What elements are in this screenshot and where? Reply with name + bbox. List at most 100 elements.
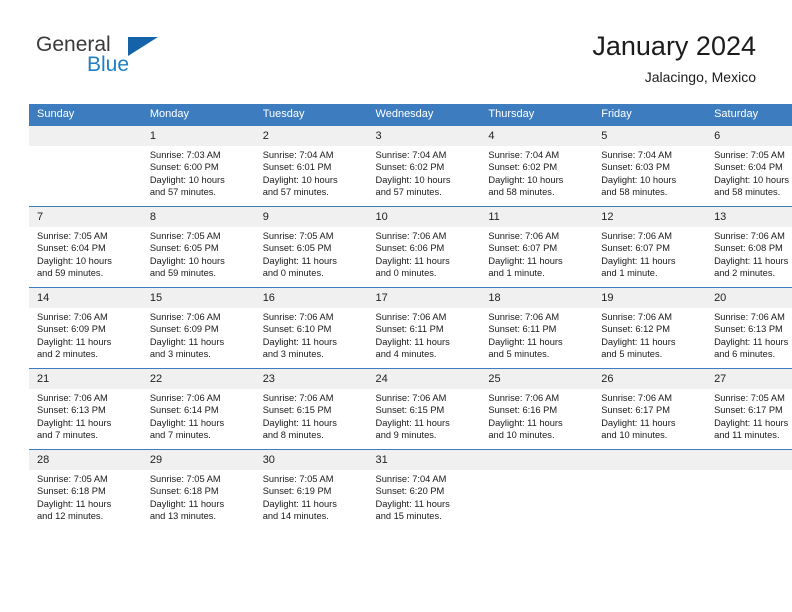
day-sunset-text: Sunset: 6:11 PM xyxy=(488,324,557,335)
day-sunrise-text: Sunrise: 7:06 AM xyxy=(149,312,221,322)
calendar-day-cell[interactable]: 27 Sunrise: 7:05 AM Sunset: 6:17 PM Dayligh… xyxy=(706,368,792,450)
day-daylight2-text: and 6 minutes. xyxy=(714,349,776,360)
day-sunrise-text: Sunrise: 7:06 AM xyxy=(375,393,447,403)
day-number xyxy=(706,450,792,470)
day-daylight2-text: and 1 minute. xyxy=(488,268,545,279)
day-sunset-text: Sunset: 6:04 PM xyxy=(714,162,783,173)
calendar-day-cell[interactable]: 14 Sunrise: 7:06 AM Sunset: 6:09 PM Dayligh… xyxy=(29,287,142,369)
calendar-day-cell[interactable]: 16 Sunrise: 7:06 AM Sunset: 6:10 PM Dayligh… xyxy=(254,287,368,369)
calendar-day-cell[interactable]: 12 Sunrise: 7:06 AM Sunset: 6:07 PM Dayligh… xyxy=(593,206,707,288)
day-number: 13 xyxy=(706,207,792,227)
day-daylight1-text: Daylight: 10 hours xyxy=(262,174,338,185)
day-sun-info: Sunrise: 7:06 AM Sunset: 6:08 PM Daylight:… xyxy=(706,227,792,280)
calendar-week-row: 14 Sunrise: 7:06 AM Sunset: 6:09 PM Dayligh… xyxy=(29,287,792,369)
day-daylight1-text: Daylight: 11 hours xyxy=(375,255,450,266)
day-sunset-text: Sunset: 6:18 PM xyxy=(37,486,106,497)
calendar-table: Sunday Monday Tuesday Wednesday Thursday Frid… xyxy=(29,104,792,530)
day-daylight1-text: Daylight: 11 hours xyxy=(714,417,789,428)
day-daylight1-text: Daylight: 11 hours xyxy=(37,417,112,428)
day-sunrise-text: Sunrise: 7:06 AM xyxy=(488,393,560,403)
day-daylight2-text: and 57 minutes. xyxy=(262,187,329,198)
day-sunset-text: Sunset: 6:19 PM xyxy=(262,486,332,497)
day-sun-info: Sunrise: 7:05 AM Sunset: 6:18 PM Daylight:… xyxy=(29,470,142,523)
calendar-day-cell[interactable]: 21 Sunrise: 7:06 AM Sunset: 6:13 PM Dayligh… xyxy=(29,368,142,450)
day-sunrise-text: Sunrise: 7:05 AM xyxy=(37,231,108,241)
page-title: January 2024 xyxy=(592,31,756,61)
calendar-day-cell[interactable]: 9 Sunrise: 7:05 AM Sunset: 6:05 PM Daylight… xyxy=(254,206,368,288)
day-daylight1-text: Daylight: 10 hours xyxy=(488,174,564,185)
weekday-header-monday: Monday xyxy=(141,104,255,126)
day-sunrise-text: Sunrise: 7:06 AM xyxy=(37,312,108,322)
calendar-day-cell[interactable]: 11 Sunrise: 7:06 AM Sunset: 6:07 PM Dayligh… xyxy=(480,206,594,288)
day-daylight1-text: Daylight: 11 hours xyxy=(262,417,337,428)
calendar-day-cell[interactable]: 8 Sunrise: 7:05 AM Sunset: 6:05 PM Daylight… xyxy=(141,206,255,288)
calendar-day-cell[interactable]: 31 Sunrise: 7:04 AM Sunset: 6:20 PM Dayligh… xyxy=(367,449,481,530)
day-sun-info: Sunrise: 7:06 AM Sunset: 6:15 PM Daylight:… xyxy=(255,389,368,442)
calendar-day-cell[interactable]: 30 Sunrise: 7:05 AM Sunset: 6:19 PM Dayligh… xyxy=(254,449,368,530)
day-daylight1-text: Daylight: 11 hours xyxy=(488,417,563,428)
weekday-header-saturday: Saturday xyxy=(706,104,792,126)
calendar-day-cell[interactable]: 23 Sunrise: 7:06 AM Sunset: 6:15 PM Dayligh… xyxy=(254,368,368,450)
page-header: General Blue January 2024 Jalacingo, Mex… xyxy=(0,0,792,100)
day-daylight2-text: and 3 minutes. xyxy=(149,349,211,360)
day-daylight1-text: Daylight: 11 hours xyxy=(262,255,337,266)
calendar-day-cell[interactable]: 22 Sunrise: 7:06 AM Sunset: 6:14 PM Dayligh… xyxy=(141,368,255,450)
calendar-day-cell[interactable]: 15 Sunrise: 7:06 AM Sunset: 6:09 PM Dayligh… xyxy=(141,287,255,369)
day-daylight2-text: and 1 minute. xyxy=(601,268,658,279)
day-daylight2-text: and 12 minutes. xyxy=(37,511,104,522)
day-sunset-text: Sunset: 6:02 PM xyxy=(488,162,558,173)
day-sunrise-text: Sunrise: 7:04 AM xyxy=(488,150,560,160)
day-number: 4 xyxy=(480,126,594,146)
title-block: January 2024 Jalacingo, Mexico xyxy=(592,30,756,87)
day-number: 17 xyxy=(367,288,481,308)
day-sunset-text: Sunset: 6:05 PM xyxy=(149,243,219,254)
day-sun-info: Sunrise: 7:05 AM Sunset: 6:04 PM Daylight:… xyxy=(706,146,792,199)
day-number: 5 xyxy=(593,126,707,146)
day-sun-info: Sunrise: 7:06 AM Sunset: 6:15 PM Daylight:… xyxy=(368,389,481,442)
calendar-day-cell[interactable]: 6 Sunrise: 7:05 AM Sunset: 6:04 PM Daylight… xyxy=(706,126,792,207)
day-sun-info: Sunrise: 7:06 AM Sunset: 6:13 PM Daylight:… xyxy=(29,389,142,442)
day-sunrise-text: Sunrise: 7:05 AM xyxy=(262,474,334,484)
day-number: 18 xyxy=(480,288,594,308)
calendar-day-cell[interactable]: 17 Sunrise: 7:06 AM Sunset: 6:11 PM Dayligh… xyxy=(367,287,481,369)
day-daylight1-text: Daylight: 11 hours xyxy=(714,255,789,266)
calendar-day-cell[interactable]: 1 Sunrise: 7:03 AM Sunset: 6:00 PM Daylight… xyxy=(141,126,255,207)
calendar-day-cell[interactable]: 3 Sunrise: 7:04 AM Sunset: 6:02 PM Daylight… xyxy=(367,126,481,207)
calendar-day-cell[interactable]: 4 Sunrise: 7:04 AM Sunset: 6:02 PM Daylight… xyxy=(480,126,594,207)
calendar-day-cell[interactable]: 19 Sunrise: 7:06 AM Sunset: 6:12 PM Dayligh… xyxy=(593,287,707,369)
day-number: 7 xyxy=(29,207,142,227)
day-number: 26 xyxy=(593,369,707,389)
calendar-day-cell[interactable]: 25 Sunrise: 7:06 AM Sunset: 6:16 PM Dayligh… xyxy=(480,368,594,450)
day-sun-info: Sunrise: 7:05 AM Sunset: 6:04 PM Daylight:… xyxy=(29,227,142,280)
general-blue-logo[interactable]: General Blue xyxy=(36,33,176,81)
calendar-header-row: Sunday Monday Tuesday Wednesday Thursday Frid… xyxy=(29,104,792,126)
calendar-day-cell[interactable]: 2 Sunrise: 7:04 AM Sunset: 6:01 PM Daylight… xyxy=(254,126,368,207)
day-daylight1-text: Daylight: 11 hours xyxy=(488,336,563,347)
calendar-day-cell[interactable]: 26 Sunrise: 7:06 AM Sunset: 6:17 PM Dayligh… xyxy=(593,368,707,450)
calendar-day-cell[interactable]: 18 Sunrise: 7:06 AM Sunset: 6:11 PM Dayligh… xyxy=(480,287,594,369)
page-subtitle: Jalacingo, Mexico xyxy=(644,69,756,85)
day-number: 14 xyxy=(29,288,142,308)
day-number: 24 xyxy=(367,369,481,389)
day-daylight2-text: and 58 minutes. xyxy=(488,187,555,198)
calendar-day-cell[interactable]: 13 Sunrise: 7:06 AM Sunset: 6:08 PM Dayligh… xyxy=(706,206,792,288)
calendar-body: 1 Sunrise: 7:03 AM Sunset: 6:00 PM Daylight… xyxy=(29,126,792,530)
day-number: 20 xyxy=(706,288,792,308)
calendar-day-cell[interactable]: 28 Sunrise: 7:05 AM Sunset: 6:18 PM Dayligh… xyxy=(29,449,142,530)
day-number: 10 xyxy=(367,207,481,227)
day-sun-info: Sunrise: 7:04 AM Sunset: 6:02 PM Daylight:… xyxy=(480,146,593,199)
calendar-day-cell[interactable]: 7 Sunrise: 7:05 AM Sunset: 6:04 PM Daylight… xyxy=(29,206,142,288)
calendar-day-cell[interactable]: 10 Sunrise: 7:06 AM Sunset: 6:06 PM Dayligh… xyxy=(367,206,481,288)
day-sun-info: Sunrise: 7:06 AM Sunset: 6:11 PM Daylight:… xyxy=(368,308,481,361)
day-sunset-text: Sunset: 6:07 PM xyxy=(601,243,670,254)
day-daylight1-text: Daylight: 11 hours xyxy=(149,417,225,428)
calendar-day-cell-empty xyxy=(29,126,142,207)
day-number xyxy=(29,126,142,146)
calendar-day-cell[interactable]: 5 Sunrise: 7:04 AM Sunset: 6:03 PM Daylight… xyxy=(593,126,707,207)
calendar-day-cell[interactable]: 20 Sunrise: 7:06 AM Sunset: 6:13 PM Dayligh… xyxy=(706,287,792,369)
day-daylight2-text: and 5 minutes. xyxy=(601,349,663,360)
day-daylight2-text: and 0 minutes. xyxy=(375,268,437,279)
calendar-day-cell[interactable]: 24 Sunrise: 7:06 AM Sunset: 6:15 PM Dayligh… xyxy=(367,368,481,450)
calendar-day-cell[interactable]: 29 Sunrise: 7:05 AM Sunset: 6:18 PM Dayligh… xyxy=(141,449,255,530)
day-sun-info: Sunrise: 7:05 AM Sunset: 6:05 PM Daylight:… xyxy=(142,227,255,280)
